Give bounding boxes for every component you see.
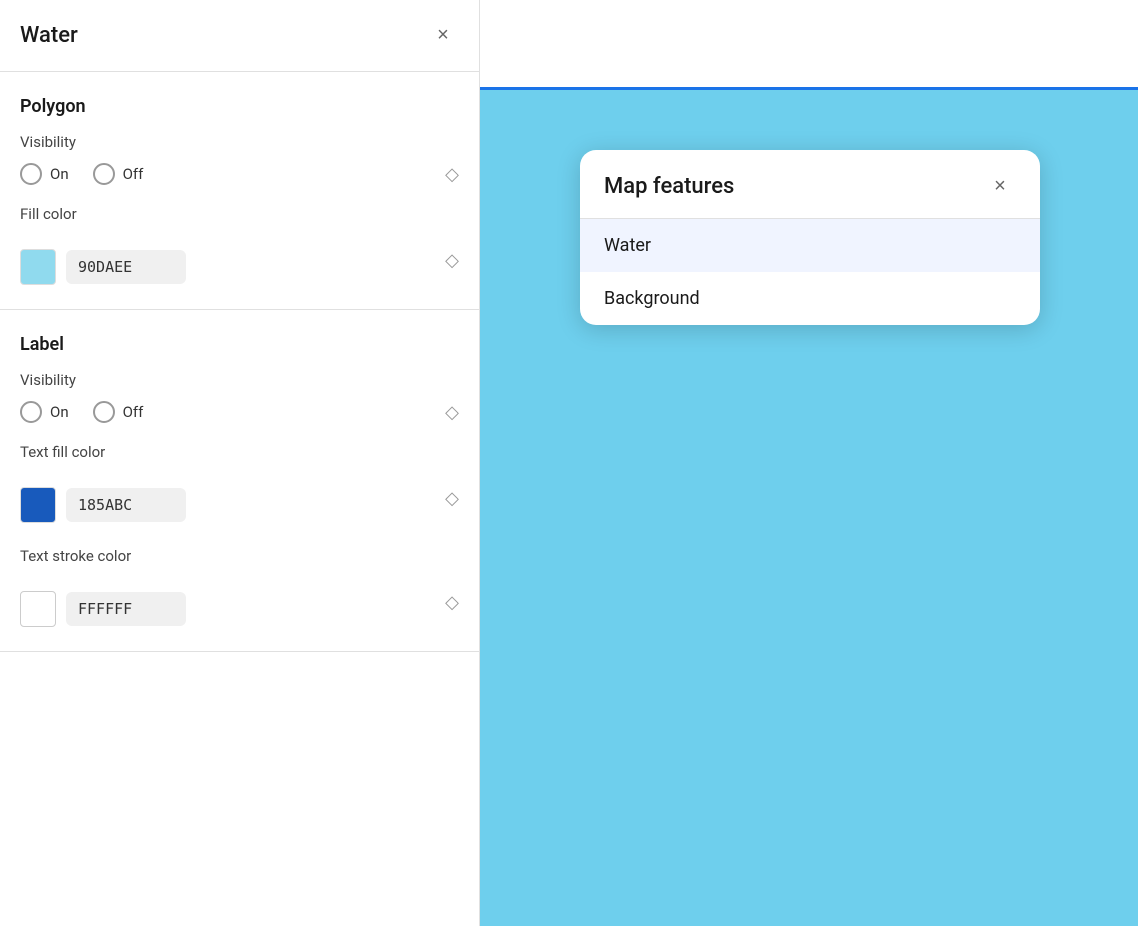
text-fill-swatch[interactable] <box>20 487 56 523</box>
fill-color-label: Fill color <box>20 205 459 223</box>
panel-header: Water × <box>0 0 479 72</box>
popup-item-water[interactable]: Water <box>580 219 1040 272</box>
left-panel: Water × Polygon Visibility On Off <box>0 0 480 926</box>
polygon-off-label: Off <box>123 165 144 183</box>
label-on-radio[interactable] <box>20 401 42 423</box>
close-button[interactable]: × <box>427 20 459 52</box>
popup-header: Map features × <box>580 150 1040 218</box>
polygon-on-label: On <box>50 165 69 183</box>
polygon-visibility-diamond-icon[interactable]: ◇ <box>445 164 459 185</box>
text-stroke-diamond-icon[interactable]: ◇ <box>445 592 459 613</box>
text-fill-input-group <box>20 487 186 523</box>
polygon-title: Polygon <box>20 96 459 117</box>
text-stroke-swatch[interactable] <box>20 591 56 627</box>
fill-color-row: ◇ <box>20 235 459 285</box>
text-stroke-input-group <box>20 591 186 627</box>
panel-content: Polygon Visibility On Off ◇ Fill color <box>0 72 479 926</box>
fill-color-swatch[interactable] <box>20 249 56 285</box>
label-title: Label <box>20 334 459 355</box>
text-stroke-input[interactable] <box>66 592 186 626</box>
label-off-label: Off <box>123 403 144 421</box>
popup-close-button[interactable]: × <box>984 170 1016 202</box>
panel-title: Water <box>20 23 78 48</box>
text-fill-color-label: Text fill color <box>20 443 459 461</box>
text-fill-input[interactable] <box>66 488 186 522</box>
polygon-on-radio[interactable] <box>20 163 42 185</box>
map-area: Map features × Water Background <box>480 0 1138 926</box>
polygon-visibility-on[interactable]: On <box>20 163 69 185</box>
fill-color-input[interactable] <box>66 250 186 284</box>
polygon-visibility-row: On Off ◇ <box>20 163 459 185</box>
label-section: Label Visibility On Off ◇ Text fill colo… <box>0 310 479 652</box>
popup-title: Map features <box>604 174 734 199</box>
fill-color-diamond-icon[interactable]: ◇ <box>445 250 459 271</box>
label-off-radio[interactable] <box>93 401 115 423</box>
label-visibility-radio-group: On Off <box>20 401 445 423</box>
text-fill-row: ◇ <box>20 473 459 523</box>
label-on-label: On <box>50 403 69 421</box>
popup-item-background[interactable]: Background <box>580 272 1040 325</box>
polygon-visibility-off[interactable]: Off <box>93 163 144 185</box>
map-top-bar <box>480 0 1138 90</box>
label-visibility-on[interactable]: On <box>20 401 69 423</box>
label-visibility-diamond-icon[interactable]: ◇ <box>445 402 459 423</box>
text-fill-diamond-icon[interactable]: ◇ <box>445 488 459 509</box>
text-stroke-row: ◇ <box>20 577 459 627</box>
label-visibility-label: Visibility <box>20 371 459 389</box>
text-stroke-color-label: Text stroke color <box>20 547 459 565</box>
fill-color-input-group <box>20 249 186 285</box>
label-visibility-row: On Off ◇ <box>20 401 459 423</box>
map-features-popup: Map features × Water Background <box>580 150 1040 325</box>
polygon-visibility-label: Visibility <box>20 133 459 151</box>
label-visibility-off[interactable]: Off <box>93 401 144 423</box>
polygon-off-radio[interactable] <box>93 163 115 185</box>
polygon-visibility-radio-group: On Off <box>20 163 445 185</box>
polygon-section: Polygon Visibility On Off ◇ Fill color <box>0 72 479 310</box>
